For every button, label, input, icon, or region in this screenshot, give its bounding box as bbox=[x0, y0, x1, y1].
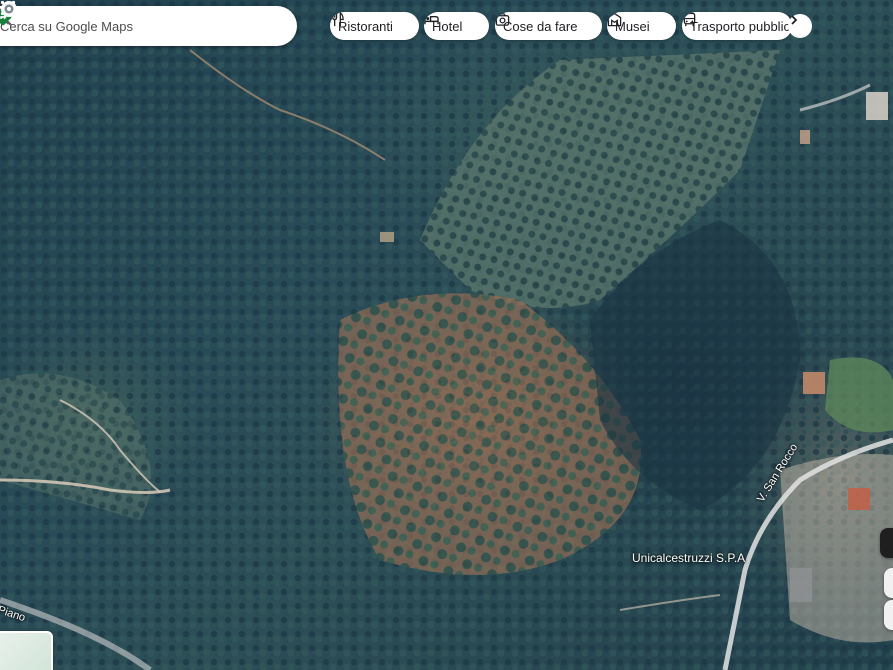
chip-cose-da-fare[interactable]: Cose da fare bbox=[495, 12, 602, 40]
place-label[interactable]: Unicalcestruzzi S.P.A bbox=[632, 551, 745, 565]
zoom-in-button[interactable] bbox=[884, 568, 893, 598]
fork-knife-icon bbox=[332, 12, 344, 27]
camera-icon bbox=[495, 13, 510, 26]
search-box bbox=[0, 6, 297, 46]
chevron-right-icon bbox=[791, 15, 798, 25]
terrain-overlay bbox=[0, 0, 893, 670]
chip-label: Trasporto pubblico bbox=[690, 18, 792, 34]
bed-icon bbox=[424, 14, 439, 25]
zoom-out-button[interactable] bbox=[884, 600, 893, 630]
chip-musei[interactable]: Musei bbox=[607, 12, 676, 40]
chips-scroll-right-button[interactable] bbox=[788, 14, 812, 38]
chip-ristoranti[interactable]: Ristoranti bbox=[330, 12, 419, 40]
search-input[interactable] bbox=[0, 18, 210, 34]
museum-icon bbox=[607, 12, 622, 27]
layers-toggle-thumbnail[interactable] bbox=[0, 631, 53, 670]
map-control-button[interactable] bbox=[880, 528, 893, 558]
bus-icon bbox=[683, 12, 696, 27]
chip-hotel[interactable]: Hotel bbox=[424, 12, 489, 40]
chip-label: Cose da fare bbox=[503, 18, 578, 34]
chip-trasporto-pubblico[interactable]: Trasporto pubblico bbox=[682, 12, 792, 40]
satellite-map[interactable]: Ristoranti Hotel Cose da fare Musei bbox=[0, 0, 893, 670]
place-marker-icon[interactable] bbox=[0, 0, 18, 18]
chip-label: Ristoranti bbox=[338, 18, 393, 34]
